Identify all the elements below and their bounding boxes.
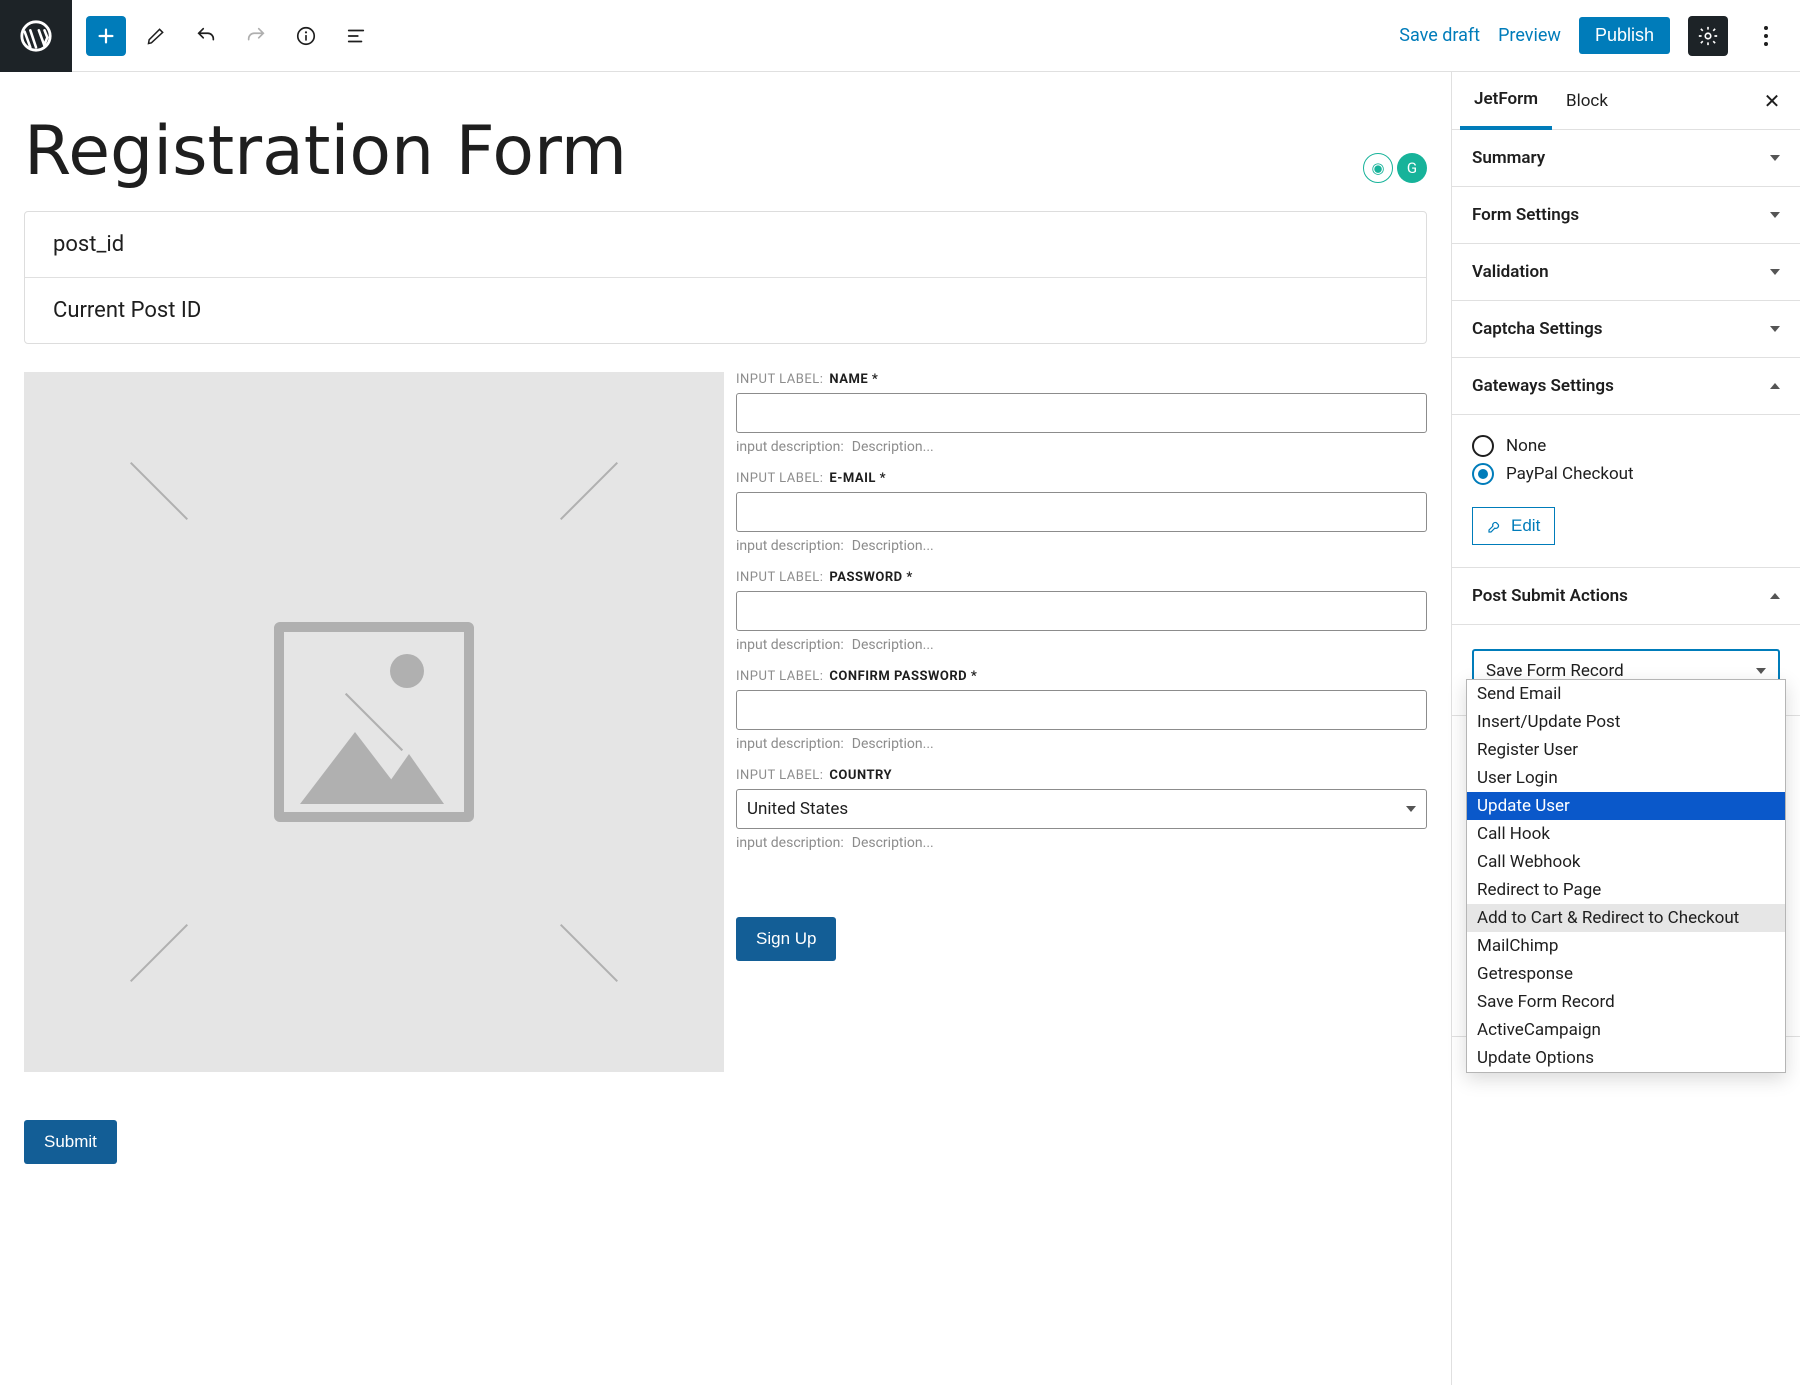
- confirm-password-input[interactable]: [736, 690, 1427, 730]
- edit-gateway-button[interactable]: Edit: [1472, 507, 1555, 545]
- post-submit-option[interactable]: ActiveCampaign: [1467, 1016, 1785, 1044]
- gateway-paypal-option[interactable]: PayPal Checkout: [1472, 463, 1780, 485]
- post-submit-option[interactable]: Save Form Record: [1467, 988, 1785, 1016]
- panel-form-settings[interactable]: Form Settings: [1452, 187, 1800, 244]
- panel-captcha[interactable]: Captcha Settings: [1452, 301, 1800, 358]
- post-submit-option[interactable]: Send Email: [1467, 680, 1785, 708]
- panel-post-submit[interactable]: Post Submit Actions: [1452, 568, 1800, 625]
- country-select[interactable]: United States: [736, 789, 1427, 829]
- post-submit-option[interactable]: User Login: [1467, 764, 1785, 792]
- add-block-button[interactable]: [86, 16, 126, 56]
- hidden-field-name: post_id: [25, 212, 1426, 277]
- wrench-icon: [1487, 518, 1503, 534]
- radio-checked-icon: [1472, 463, 1494, 485]
- input-description-label: input description:: [736, 439, 844, 455]
- hidden-field-block[interactable]: post_id Current Post ID: [24, 211, 1427, 344]
- post-submit-option[interactable]: Getresponse: [1467, 960, 1785, 988]
- save-draft-button[interactable]: Save draft: [1399, 25, 1480, 46]
- close-sidebar-icon[interactable]: ✕: [1752, 81, 1792, 121]
- post-submit-option[interactable]: Call Webhook: [1467, 848, 1785, 876]
- signup-button[interactable]: Sign Up: [736, 917, 836, 961]
- post-submit-option[interactable]: Redirect to Page: [1467, 876, 1785, 904]
- panel-summary[interactable]: Summary: [1452, 130, 1800, 187]
- panel-gateways-content: None PayPal Checkout Edit: [1452, 415, 1800, 568]
- image-placeholder[interactable]: [24, 372, 724, 1072]
- chevron-down-icon: [1770, 326, 1780, 332]
- post-submit-option[interactable]: Add to Cart & Redirect to Checkout: [1467, 904, 1785, 932]
- settings-icon[interactable]: [1688, 16, 1728, 56]
- post-submit-option[interactable]: Call Hook: [1467, 820, 1785, 848]
- publish-button[interactable]: Publish: [1579, 17, 1670, 54]
- name-input[interactable]: [736, 393, 1427, 433]
- field-email: INPUT LABEL:E-MAIL * input description:D…: [736, 471, 1427, 554]
- undo-icon[interactable]: [186, 16, 226, 56]
- post-submit-option[interactable]: Update User: [1467, 792, 1785, 820]
- post-submit-option[interactable]: Register User: [1467, 736, 1785, 764]
- panel-validation[interactable]: Validation: [1452, 244, 1800, 301]
- chevron-up-icon: [1770, 593, 1780, 599]
- hidden-field-value: Current Post ID: [25, 277, 1426, 343]
- field-password: INPUT LABEL:PASSWORD * input description…: [736, 570, 1427, 653]
- page-title[interactable]: Registration Form: [24, 112, 1427, 191]
- more-icon[interactable]: [1746, 16, 1786, 56]
- grammarly-pin-icon[interactable]: ◉: [1363, 153, 1393, 183]
- chevron-up-icon: [1770, 383, 1780, 389]
- chevron-down-icon: [1770, 155, 1780, 161]
- field-name: INPUT LABEL:NAME * input description: Des…: [736, 372, 1427, 455]
- input-description-placeholder[interactable]: Description...: [852, 439, 934, 455]
- radio-icon: [1472, 435, 1494, 457]
- preview-button[interactable]: Preview: [1498, 25, 1561, 46]
- chevron-down-icon: [1770, 212, 1780, 218]
- outline-icon[interactable]: [336, 16, 376, 56]
- wordpress-logo[interactable]: [0, 0, 72, 72]
- post-submit-selected-value: Save Form Record: [1486, 661, 1624, 681]
- input-label-text: INPUT LABEL:NAME *: [736, 372, 878, 387]
- password-input[interactable]: [736, 591, 1427, 631]
- tab-jetform[interactable]: JetForm: [1460, 72, 1552, 130]
- gateway-none-option[interactable]: None: [1472, 435, 1780, 457]
- grammarly-icon[interactable]: G: [1397, 153, 1427, 183]
- post-submit-option[interactable]: MailChimp: [1467, 932, 1785, 960]
- field-country: INPUT LABEL:COUNTRY United States input …: [736, 768, 1427, 851]
- tab-block[interactable]: Block: [1552, 72, 1622, 130]
- country-select-value: United States: [747, 799, 848, 819]
- chevron-down-icon: [1756, 668, 1766, 674]
- edit-icon[interactable]: [136, 16, 176, 56]
- email-input[interactable]: [736, 492, 1427, 532]
- panel-gateways[interactable]: Gateways Settings: [1452, 358, 1800, 415]
- post-submit-option[interactable]: Insert/Update Post: [1467, 708, 1785, 736]
- redo-icon[interactable]: [236, 16, 276, 56]
- post-submit-options-list: Send EmailInsert/Update PostRegister Use…: [1466, 679, 1786, 1073]
- post-submit-option[interactable]: Update Options: [1467, 1044, 1785, 1072]
- submit-button[interactable]: Submit: [24, 1120, 117, 1164]
- chevron-down-icon: [1770, 269, 1780, 275]
- field-confirm-password: INPUT LABEL:CONFIRM PASSWORD * input des…: [736, 669, 1427, 752]
- chevron-down-icon: [1406, 806, 1416, 812]
- info-icon[interactable]: [286, 16, 326, 56]
